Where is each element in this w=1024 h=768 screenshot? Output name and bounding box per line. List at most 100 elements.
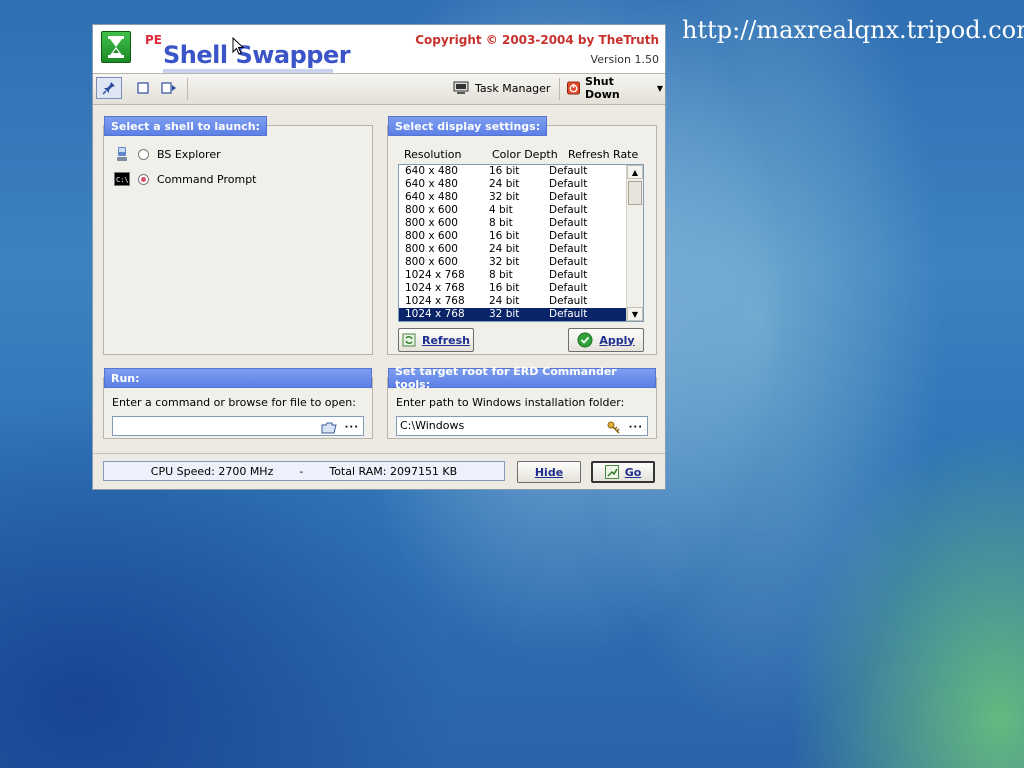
color-depth-cell: 32 bit [489,191,520,203]
display-row[interactable]: 640 x 480 24 bit Default [399,178,627,191]
task-manager-label: Task Manager [475,81,551,95]
resolution-cell: 1024 x 768 [405,282,465,294]
window-icon [137,82,149,94]
refresh-rate-cell: Default [549,243,588,255]
color-depth-cell: 4 bit [489,204,513,216]
column-color-depth: Color Depth [492,148,558,161]
keys-icon[interactable] [607,421,621,435]
copyright-text: Copyright © 2003-2004 by TheTruth [415,33,659,47]
window-arrow-icon [161,82,176,94]
toolbar-separator [559,78,560,100]
resolution-cell: 800 x 600 [405,204,458,216]
resolution-cell: 1024 x 768 [405,269,465,281]
scroll-thumb[interactable] [628,181,642,205]
shell-swapper-window: PE Shell Swapper Copyright © 2003-2004 b… [92,24,666,490]
shell-panel: Select a shell to launch: BS Explorer C:… [103,116,373,355]
refresh-rate-cell: Default [549,178,588,190]
pin-icon [102,82,115,95]
apply-label: Apply [599,333,635,347]
browse-folder-icon[interactable] [321,422,337,434]
toolbar-separator [187,78,188,100]
pin-button[interactable] [96,77,122,99]
color-depth-cell: 8 bit [489,269,513,281]
launch-icon [604,465,619,479]
resolution-cell: 1024 x 768 [405,295,465,307]
task-manager-button[interactable]: Task Manager [453,77,553,99]
browse-more-icon[interactable]: ··· [345,419,359,437]
color-depth-cell: 16 bit [489,282,520,294]
erd-panel: Set target root for ERD Commander tools:… [387,365,657,439]
refresh-rate-cell: Default [549,282,588,294]
refresh-rate-cell: Default [549,230,588,242]
run-panel-title: Run: [104,368,372,388]
display-row[interactable]: 1024 x 768 32 bit Default [399,308,627,321]
display-row[interactable]: 800 x 600 8 bit Default [399,217,627,230]
bs-explorer-label: BS Explorer [157,147,221,161]
next-window-button[interactable] [157,77,181,99]
shell-option-command-prompt[interactable]: C:\ Command Prompt [114,172,257,186]
display-row[interactable]: 1024 x 768 24 bit Default [399,295,627,308]
display-panel: Select display settings: Resolution Colo… [387,116,657,355]
display-row[interactable]: 640 x 480 16 bit Default [399,165,627,178]
display-row[interactable]: 800 x 600 16 bit Default [399,230,627,243]
system-status: CPU Speed: 2700 MHz - Total RAM: 2097151… [103,461,505,481]
color-depth-cell: 16 bit [489,230,520,242]
column-resolution: Resolution [404,148,462,161]
resolution-cell: 1024 x 768 [405,308,465,320]
run-command-input[interactable]: ··· [112,416,364,436]
hide-label: Hide [534,465,564,479]
refresh-rate-cell: Default [549,204,588,216]
color-depth-cell: 24 bit [489,178,520,190]
shell-option-bs-explorer[interactable]: BS Explorer [114,146,221,162]
display-row[interactable]: 640 x 480 32 bit Default [399,191,627,204]
cpu-speed: CPU Speed: 2700 MHz [150,464,274,478]
explorer-icon [117,147,127,161]
check-icon [577,332,593,348]
toolbar: Task Manager Shut Down ▼ [93,73,665,105]
color-depth-cell: 16 bit [489,165,520,177]
command-prompt-icon: C:\ [114,172,130,186]
display-row[interactable]: 1024 x 768 8 bit Default [399,269,627,282]
display-rows: 640 x 480 16 bit Default 640 x 480 24 bit Def… [399,165,627,321]
list-scrollbar[interactable]: ▲ ▼ [626,165,643,321]
refresh-rate-cell: Default [549,191,588,203]
path-more-icon[interactable]: ··· [629,419,643,437]
windows-path-input[interactable]: C:\Windows ··· [396,416,648,436]
display-row[interactable]: 800 x 600 4 bit Default [399,204,627,217]
go-button[interactable]: Go [591,461,655,483]
go-label: Go [624,465,642,479]
erd-panel-title: Set target root for ERD Commander tools: [388,365,656,391]
color-depth-cell: 24 bit [489,295,520,307]
mouse-cursor-icon [232,37,244,55]
window-mode-button[interactable] [131,77,155,99]
display-row[interactable]: 1024 x 768 16 bit Default [399,282,627,295]
refresh-label: Refresh [422,333,470,347]
refresh-rate-cell: Default [549,269,588,281]
shut-down-label: Shut Down [585,75,620,101]
scroll-down-icon[interactable]: ▼ [627,307,643,321]
status-separator: - [299,464,304,478]
command-prompt-radio[interactable] [138,173,149,185]
total-ram: Total RAM: 2097151 KB [329,464,458,478]
display-row[interactable]: 800 x 600 32 bit Default [399,256,627,269]
refresh-button[interactable]: Refresh [398,328,474,352]
display-row[interactable]: 800 x 600 24 bit Default [399,243,627,256]
resolution-cell: 800 x 600 [405,230,458,242]
bs-explorer-radio[interactable] [138,148,149,160]
hide-button[interactable]: Hide [517,461,581,483]
shut-down-button[interactable]: Shut Down ▼ [567,75,663,101]
display-settings-list[interactable]: 640 x 480 16 bit Default 640 x 480 24 bit Def… [398,164,644,322]
scroll-up-icon[interactable]: ▲ [627,165,643,179]
apply-button[interactable]: Apply [568,328,644,352]
refresh-rate-cell: Default [549,308,588,320]
run-panel: Run: Enter a command or browse for file … [103,368,373,439]
app-title: Shell Swapper [163,41,351,69]
refresh-rate-cell: Default [549,165,588,177]
refresh-rate-cell: Default [549,217,588,229]
shell-panel-title: Select a shell to launch: [104,116,267,136]
refresh-rate-cell: Default [549,295,588,307]
power-icon [567,81,581,95]
color-depth-cell: 32 bit [489,256,520,268]
color-depth-cell: 32 bit [489,308,520,320]
display-panel-title: Select display settings: [388,116,548,136]
